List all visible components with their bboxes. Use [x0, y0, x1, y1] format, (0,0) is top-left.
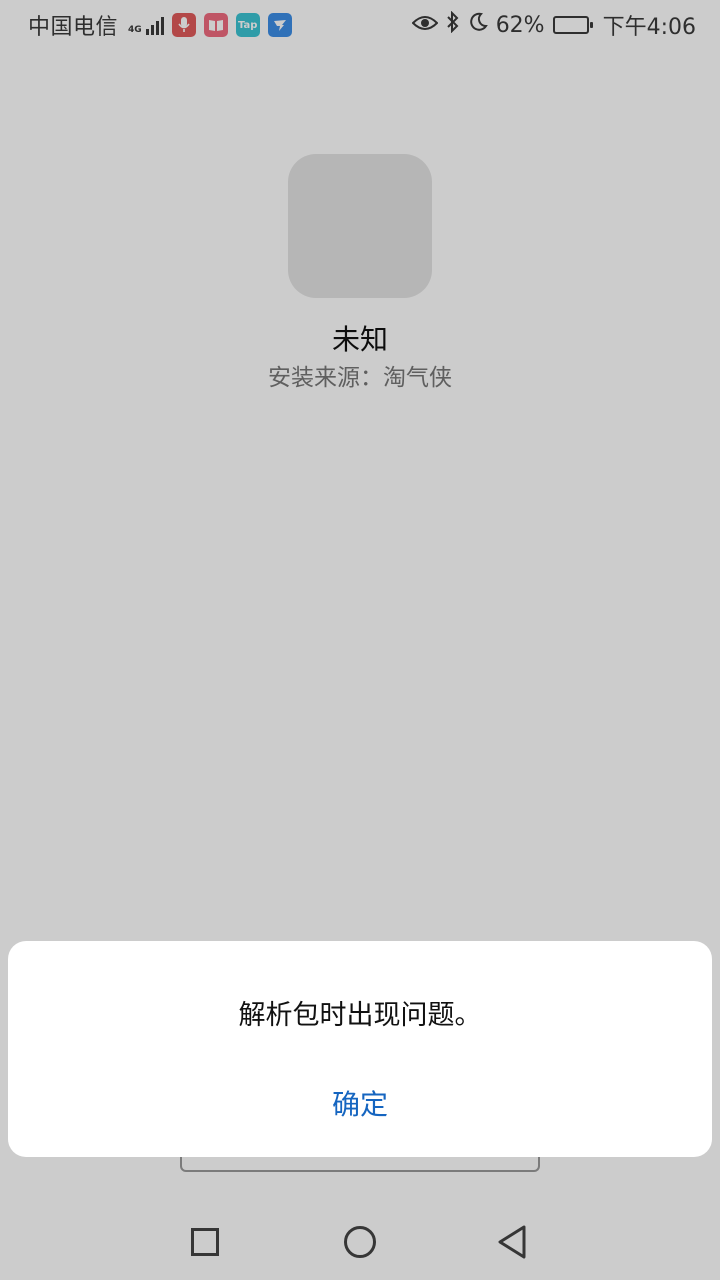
dialog-message: 解析包时出现问题。: [238, 1000, 482, 1031]
screen: 中国电信 4G Tap 62% 下午4:06 未知 安装来源：淘气侠 解析包时出…: [0, 0, 720, 1280]
error-dialog: 解析包时出现问题。 确定: [8, 941, 712, 1157]
ok-button[interactable]: 确定: [270, 1073, 450, 1133]
